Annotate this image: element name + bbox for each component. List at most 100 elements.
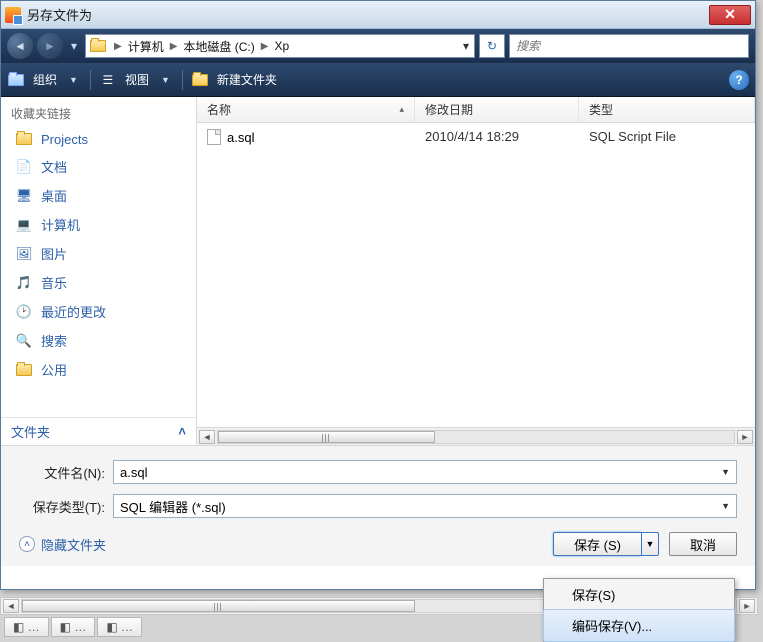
sidebar-item-documents[interactable]: 📄文档	[1, 152, 196, 181]
history-dropdown[interactable]: ▾	[67, 36, 81, 56]
background-tabs: ◧ … ◧ … ◧ …	[4, 617, 142, 637]
music-icon: 🎵	[15, 275, 33, 291]
breadcrumb-item[interactable]: 本地磁盘 (C:)	[181, 38, 256, 55]
file-row[interactable]: a.sql 2010/4/14 18:29 SQL Script File	[197, 123, 755, 151]
sidebar-item-search[interactable]: 🔍 搜索	[1, 326, 196, 355]
column-headers: 名称▴ 修改日期 类型	[197, 97, 755, 123]
sidebar-item-pictures[interactable]: 🖼图片	[1, 239, 196, 268]
sidebar-item-computer[interactable]: 💻 计算机	[1, 210, 196, 239]
savetype-label: 保存类型(T):	[19, 497, 113, 516]
filename-combo[interactable]: ▼	[113, 460, 737, 484]
sidebar-item-label: 搜索	[41, 331, 67, 350]
filename-input[interactable]	[120, 465, 721, 480]
organize-icon	[7, 72, 25, 88]
sidebar-item-projects[interactable]: Projects	[1, 126, 196, 152]
file-type: SQL Script File	[579, 127, 755, 147]
toolbar: 组织 ▼ ☰ 视图 ▼ 新建文件夹 ?	[1, 63, 755, 97]
scroll-thumb[interactable]	[218, 431, 435, 443]
search-box[interactable]	[509, 34, 749, 58]
scroll-right-button[interactable]: ►	[737, 430, 753, 444]
sidebar-item-music[interactable]: 🎵 音乐	[1, 268, 196, 297]
desktop-icon: 🖥	[15, 188, 33, 204]
savetype-combo[interactable]: SQL 编辑器 (*.sql) ▼	[113, 494, 737, 518]
file-list: a.sql 2010/4/14 18:29 SQL Script File	[197, 123, 755, 427]
column-date[interactable]: 修改日期	[415, 97, 579, 122]
chevron-down-icon[interactable]: ▼	[721, 467, 730, 477]
chevron-right-icon: ▶	[110, 41, 126, 52]
refresh-button[interactable]: ↻	[479, 34, 505, 58]
background-tab[interactable]: ◧ …	[97, 617, 142, 637]
background-tab[interactable]: ◧ …	[51, 617, 96, 637]
app-icon	[5, 7, 21, 23]
breadcrumb-dropdown[interactable]: ▾	[458, 39, 474, 53]
chevron-down-icon[interactable]: ▼	[721, 501, 730, 511]
sidebar-item-label: 最近的更改	[41, 302, 106, 321]
close-button[interactable]: ✕	[709, 5, 751, 25]
file-date: 2010/4/14 18:29	[415, 127, 579, 147]
folders-toggle[interactable]: 文件夹 ˄	[1, 417, 196, 445]
chevron-up-icon: ˄	[178, 424, 186, 439]
scroll-thumb[interactable]	[22, 600, 415, 612]
breadcrumb-item[interactable]: 计算机	[126, 38, 166, 55]
forward-button[interactable]: ►	[37, 33, 63, 59]
sidebar-item-label: 公用	[41, 360, 67, 379]
titlebar[interactable]: 另存文件为 ✕	[1, 1, 755, 29]
column-name[interactable]: 名称▴	[197, 97, 415, 122]
breadcrumb-item[interactable]: Xp	[272, 39, 291, 53]
public-icon	[15, 362, 33, 378]
scroll-right-button[interactable]: ►	[739, 599, 755, 613]
cancel-button[interactable]: 取消	[669, 532, 737, 556]
sidebar-item-label: 文档	[41, 157, 67, 176]
new-folder-button[interactable]: 新建文件夹	[213, 71, 281, 88]
organize-button[interactable]: 组织	[29, 71, 61, 88]
sidebar-item-desktop[interactable]: 🖥 桌面	[1, 181, 196, 210]
chevron-down-icon[interactable]: ▼	[65, 75, 82, 85]
sidebar-item-label: 计算机	[41, 215, 80, 234]
save-as-dialog: 另存文件为 ✕ ◄ ► ▾ ▶ 计算机 ▶ 本地磁盘 (C:) ▶ Xp ▾ ↻…	[0, 0, 756, 590]
search-input[interactable]	[516, 35, 742, 57]
recent-icon: 🕑	[15, 304, 33, 320]
sidebar-item-label: 音乐	[41, 273, 67, 292]
menu-item-save[interactable]: 保存(S)	[544, 579, 734, 610]
navbar: ◄ ► ▾ ▶ 计算机 ▶ 本地磁盘 (C:) ▶ Xp ▾ ↻	[1, 29, 755, 63]
sidebar-item-recent[interactable]: 🕑 最近的更改	[1, 297, 196, 326]
search-icon: 🔍	[15, 333, 33, 349]
folders-label: 文件夹	[11, 422, 50, 441]
folder-icon	[15, 131, 33, 147]
back-button[interactable]: ◄	[7, 33, 33, 59]
save-dropdown-menu: 保存(S) 编码保存(V)...	[543, 578, 735, 642]
scroll-left-button[interactable]: ◄	[3, 599, 19, 613]
breadcrumb[interactable]: ▶ 计算机 ▶ 本地磁盘 (C:) ▶ Xp ▾	[85, 34, 475, 58]
sort-indicator-icon: ▴	[399, 104, 404, 115]
save-split-button: 保存 (S) ▼	[553, 532, 659, 556]
sidebar-item-public[interactable]: 公用	[1, 355, 196, 384]
column-type[interactable]: 类型	[579, 97, 755, 122]
sidebar-item-label: 桌面	[41, 186, 67, 205]
savetype-value: SQL 编辑器 (*.sql)	[120, 497, 721, 516]
save-dropdown-button[interactable]: ▼	[641, 532, 659, 556]
chevron-right-icon: ▶	[166, 41, 182, 52]
chevron-right-icon: ▶	[257, 41, 273, 52]
file-name: a.sql	[227, 130, 254, 145]
menu-item-save-encoding[interactable]: 编码保存(V)...	[543, 609, 735, 642]
bottom-panel: 文件名(N): ▼ 保存类型(T): SQL 编辑器 (*.sql) ▼ ˄ 隐…	[1, 445, 755, 566]
favorites-header: 收藏夹链接	[1, 97, 196, 126]
hide-folders-toggle[interactable]: ˄ 隐藏文件夹	[19, 535, 106, 554]
save-button[interactable]: 保存 (S)	[553, 532, 641, 556]
sidebar: 收藏夹链接 Projects 📄文档 🖥 桌面 💻 计算机 🖼图片 🎵 音乐 🕑 最近的…	[1, 97, 197, 445]
computer-icon: 💻	[15, 217, 33, 233]
scroll-left-button[interactable]: ◄	[199, 430, 215, 444]
sidebar-item-label: Projects	[41, 132, 88, 147]
file-pane: 名称▴ 修改日期 类型 a.sql 2010/4/14 18:29 SQL Sc…	[197, 97, 755, 445]
favorites-list: Projects 📄文档 🖥 桌面 💻 计算机 🖼图片 🎵 音乐 🕑 最近的更改 🔍 搜索…	[1, 126, 196, 417]
hide-folders-label: 隐藏文件夹	[41, 535, 106, 554]
views-icon: ☰	[99, 72, 117, 88]
background-tab[interactable]: ◧ …	[4, 617, 49, 637]
chevron-down-icon[interactable]: ▼	[157, 75, 174, 85]
views-button[interactable]: 视图	[121, 71, 153, 88]
window-title: 另存文件为	[27, 5, 709, 24]
scroll-track[interactable]	[217, 430, 735, 444]
sidebar-item-label: 图片	[41, 244, 67, 263]
horizontal-scrollbar[interactable]: ◄ ►	[197, 427, 755, 445]
help-button[interactable]: ?	[729, 70, 749, 90]
